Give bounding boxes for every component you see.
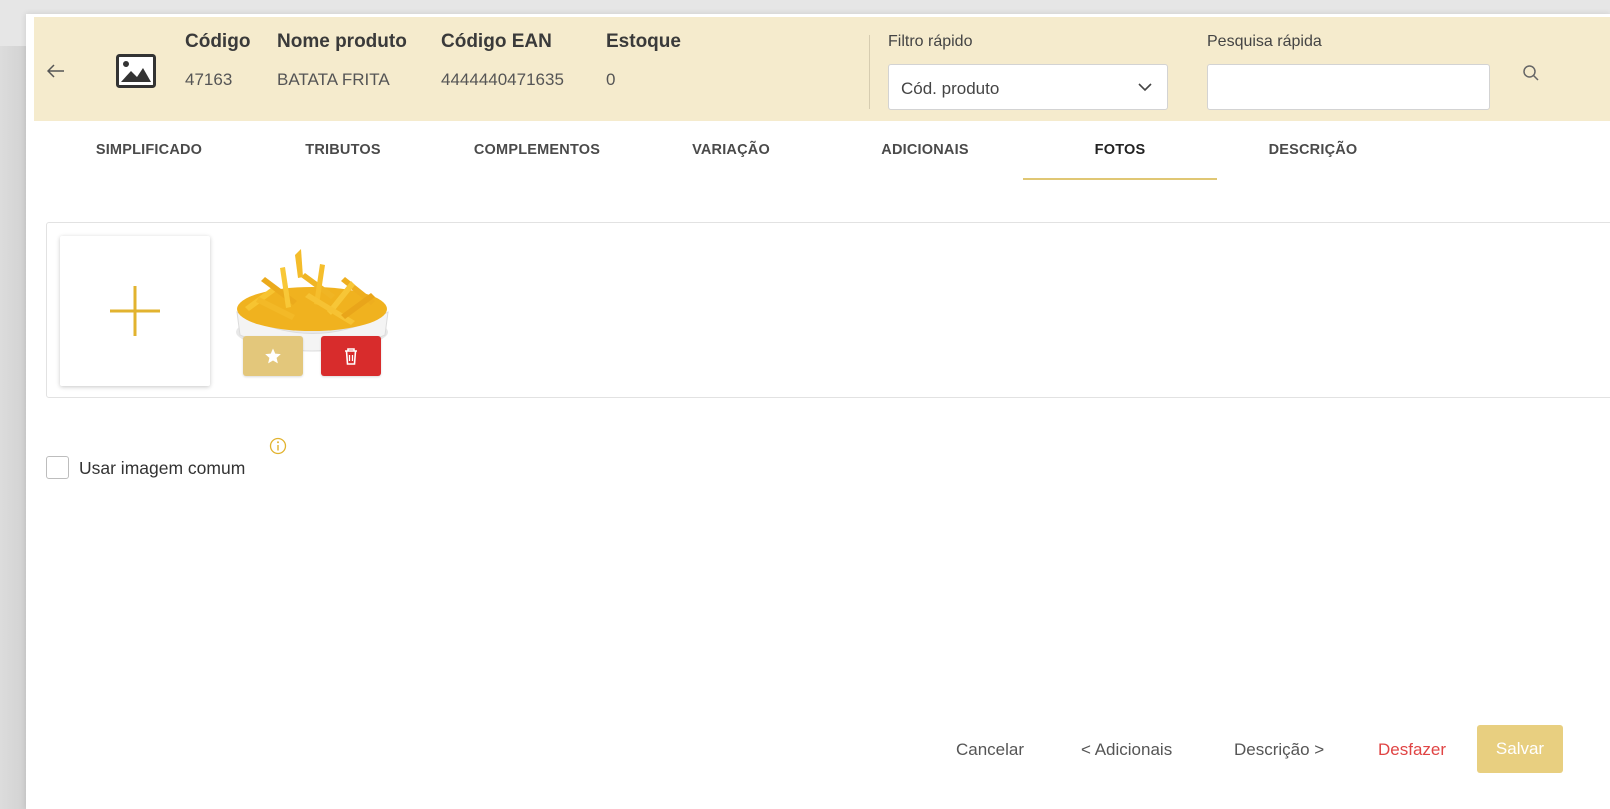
chevron-down-icon	[1138, 83, 1152, 92]
stock-column: Estoque 0	[606, 31, 681, 90]
photos-gallery	[46, 222, 1610, 398]
code-label: Código	[185, 31, 251, 52]
undo-button[interactable]: Desfazer	[1378, 736, 1446, 764]
info-icon[interactable]	[269, 437, 287, 455]
image-placeholder-icon	[116, 54, 156, 88]
tab-fotos[interactable]: FOTOS	[1023, 121, 1217, 180]
product-name-value: BATATA FRITA	[277, 70, 390, 89]
delete-photo-button[interactable]	[321, 336, 381, 376]
tab-complementos[interactable]: COMPLEMENTOS	[447, 121, 627, 179]
code-value: 47163	[185, 70, 233, 89]
add-photo-button[interactable]	[60, 236, 210, 386]
quick-filter-label: Filtro rápido	[888, 33, 973, 50]
use-common-image-label: Usar imagem comum	[79, 458, 246, 478]
product-panel: Código 47163 Nome produto BATATA FRITA C…	[26, 14, 1610, 809]
quick-search-input[interactable]	[1207, 64, 1490, 110]
star-icon	[265, 348, 281, 364]
cancel-button[interactable]: Cancelar	[956, 736, 1024, 764]
quick-search-label: Pesquisa rápida	[1207, 33, 1322, 50]
previous-tab-button[interactable]: < Adicionais	[1081, 736, 1172, 764]
arrow-left-icon	[47, 64, 64, 78]
tab-tributos[interactable]: TRIBUTOS	[253, 121, 433, 179]
quick-filter-select[interactable]: Cód. produto	[888, 64, 1168, 110]
stock-value: 0	[606, 70, 616, 89]
code-column: Código 47163	[185, 31, 250, 90]
tab-descricao[interactable]: DESCRIÇÃO	[1223, 121, 1403, 179]
use-common-image-checkbox[interactable]	[46, 456, 69, 479]
quick-filter-value: Cód. produto	[901, 79, 1000, 98]
tab-adicionais[interactable]: ADICIONAIS	[835, 121, 1015, 179]
product-header: Código 47163 Nome produto BATATA FRITA C…	[34, 17, 1610, 121]
header-divider	[869, 35, 870, 109]
product-name-label: Nome produto	[277, 31, 407, 52]
product-name-column: Nome produto BATATA FRITA	[277, 31, 407, 90]
back-button[interactable]	[44, 59, 68, 83]
ean-column: Código EAN 4444440471635	[441, 31, 564, 90]
tab-simplificado[interactable]: SIMPLIFICADO	[59, 121, 239, 179]
trash-icon	[345, 348, 357, 365]
search-icon	[1523, 65, 1539, 81]
search-button[interactable]	[1518, 60, 1544, 86]
tab-variacao[interactable]: VARIAÇÃO	[641, 121, 821, 179]
tab-bar: SIMPLIFICADO TRIBUTOS COMPLEMENTOS VARIA…	[34, 121, 1610, 180]
background-shadow	[0, 46, 26, 809]
ean-label: Código EAN	[441, 31, 552, 52]
stock-label: Estoque	[606, 31, 681, 52]
next-tab-button[interactable]: Descrição >	[1234, 736, 1324, 764]
favorite-photo-button[interactable]	[243, 336, 303, 376]
save-button[interactable]: Salvar	[1477, 725, 1563, 773]
plus-icon	[110, 286, 160, 336]
ean-value: 4444440471635	[441, 70, 564, 89]
